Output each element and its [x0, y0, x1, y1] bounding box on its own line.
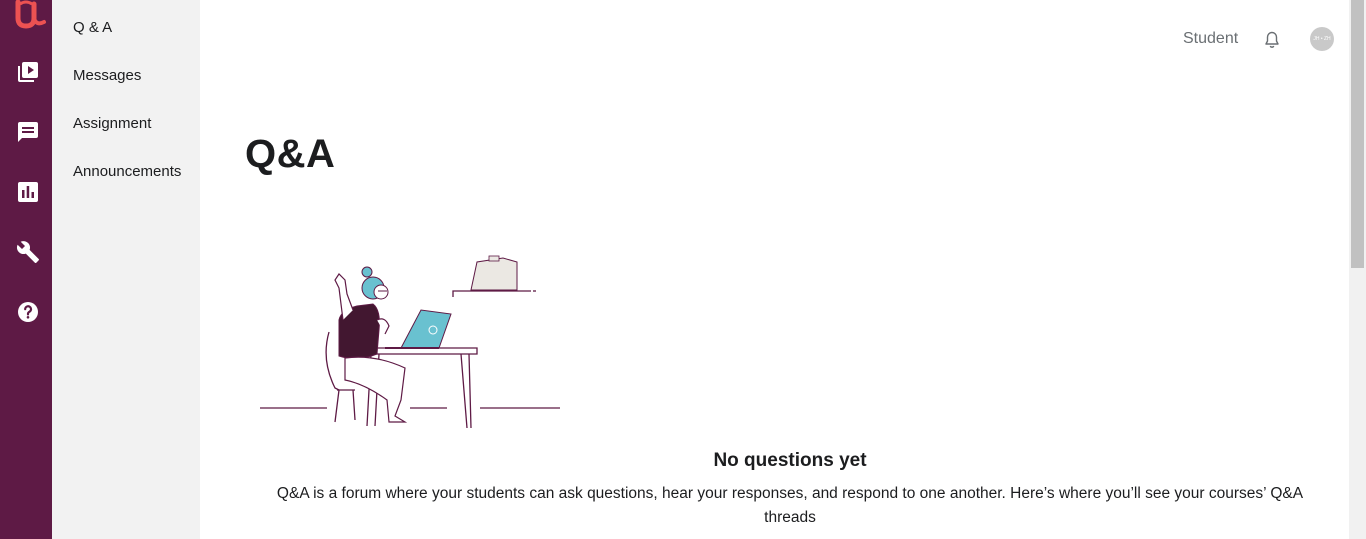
avatar[interactable]: JH • ZH: [1310, 27, 1334, 51]
communication-subnav: Q & A Messages Assignment Announcements: [52, 0, 200, 539]
wrench-icon[interactable]: [16, 240, 40, 264]
bell-icon[interactable]: [1262, 30, 1282, 50]
vertical-scrollbar[interactable]: [1349, 0, 1366, 539]
subnav-item-qa[interactable]: Q & A: [73, 19, 112, 36]
empty-state-title: No questions yet: [713, 450, 867, 471]
subnav-item-messages[interactable]: Messages: [73, 67, 141, 84]
empty-state-illustration: [255, 250, 565, 435]
left-icon-rail: [0, 0, 52, 539]
udemy-logo-icon[interactable]: [14, 0, 50, 32]
video-library-icon[interactable]: [16, 60, 40, 84]
subnav-item-announcements[interactable]: Announcements: [73, 163, 181, 180]
help-icon[interactable]: [16, 300, 40, 324]
scrollbar-thumb[interactable]: [1351, 0, 1364, 268]
subnav-item-assignment[interactable]: Assignment: [73, 115, 151, 132]
page-title: Q&A: [245, 132, 336, 176]
student-view-link[interactable]: Student: [1183, 30, 1238, 48]
chat-icon[interactable]: [16, 120, 40, 144]
empty-state-description: Q&A is a forum where your students can a…: [276, 485, 1304, 526]
bar-chart-icon[interactable]: [16, 180, 40, 204]
